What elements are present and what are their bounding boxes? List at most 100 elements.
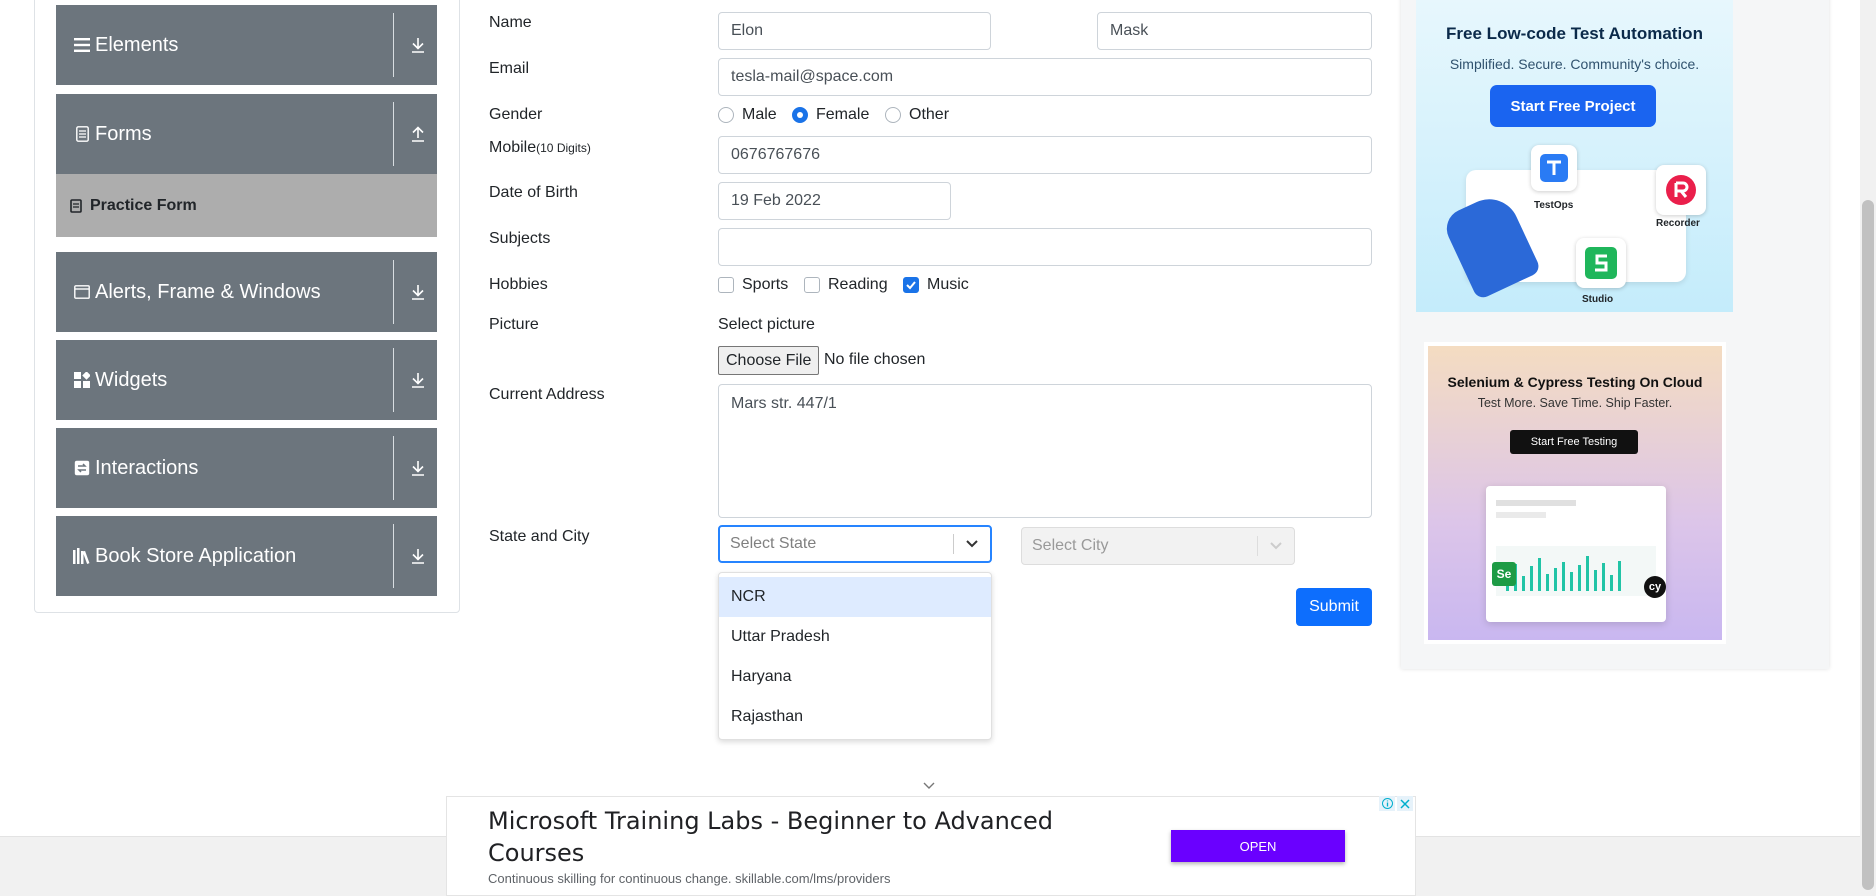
sidebar-item-label: Practice Form <box>90 196 197 214</box>
cypress-logo: cy <box>1644 576 1666 598</box>
ad-katalon[interactable]: Free Low-code Test Automation Simplified… <box>1416 0 1733 312</box>
banner-open-button[interactable]: OPEN <box>1171 830 1345 862</box>
radio-circle <box>885 107 901 123</box>
group-label: Alerts, Frame & Windows <box>95 280 321 303</box>
checkbox-label: Sports <box>742 276 789 293</box>
hobby-reading-checkbox[interactable]: Reading <box>804 276 888 294</box>
testops-logo <box>1531 145 1577 191</box>
download-arrow-icon[interactable] <box>408 35 428 55</box>
mobile-label: Mobile(10 Digits) <box>489 139 591 157</box>
divider <box>393 13 394 77</box>
first-name-input[interactable]: Elon <box>718 12 991 50</box>
ad-info-icon[interactable] <box>1379 796 1395 811</box>
start-free-project-button[interactable]: Start Free Project <box>1490 85 1656 127</box>
divider <box>393 102 394 166</box>
name-label: Name <box>489 14 532 31</box>
group-book-store-application[interactable]: Book Store Application <box>56 516 437 596</box>
hamburger-icon <box>73 36 91 54</box>
select-picture-label: Select picture <box>718 316 815 333</box>
city-placeholder: Select City <box>1032 537 1109 554</box>
chevron-down-icon[interactable] <box>1258 541 1294 551</box>
divider <box>393 436 394 500</box>
radio-circle <box>792 107 808 123</box>
ad-title: Free Low-code Test Automation <box>1446 24 1703 43</box>
state-option-haryana[interactable]: Haryana <box>719 657 991 697</box>
ad-lambdatest[interactable]: Selenium & Cypress Testing On Cloud Test… <box>1424 342 1726 644</box>
group-forms[interactable]: Forms <box>56 94 437 174</box>
hobby-music-checkbox[interactable]: Music <box>903 276 969 294</box>
state-select[interactable]: Select State <box>718 525 992 563</box>
divider <box>393 348 394 412</box>
state-option-ncr[interactable]: NCR <box>719 577 991 617</box>
group-label: Book Store Application <box>95 544 297 567</box>
radio-circle <box>718 107 734 123</box>
books-icon <box>73 547 91 565</box>
checkbox-box <box>804 277 820 293</box>
download-arrow-icon[interactable] <box>408 282 428 302</box>
dob-input[interactable]: 19 Feb 2022 <box>718 182 951 220</box>
gender-label: Gender <box>489 106 543 123</box>
choose-file-button[interactable]: Choose File <box>718 346 820 375</box>
testops-label: TestOps <box>1534 200 1574 211</box>
selenium-logo: Se <box>1492 562 1516 586</box>
gender-other-radio[interactable]: Other <box>885 106 949 124</box>
document-icon <box>73 125 91 143</box>
group-elements[interactable]: Elements <box>56 5 437 85</box>
banner-subtitle: Continuous skilling for continuous chang… <box>488 871 891 886</box>
start-free-testing-button[interactable]: Start Free Testing <box>1510 430 1638 454</box>
ad-subtitle: Test More. Save Time. Ship Faster. <box>1477 396 1673 410</box>
subjects-label: Subjects <box>489 230 551 247</box>
sidebar-item-practice-form[interactable]: Practice Form <box>56 174 437 237</box>
download-arrow-icon[interactable] <box>408 370 428 390</box>
chevron-down-icon[interactable] <box>922 778 936 796</box>
state-city-label: State and City <box>489 528 590 545</box>
gender-male-radio[interactable]: Male <box>718 106 777 124</box>
widgets-icon <box>73 371 91 389</box>
divider <box>393 260 394 324</box>
last-name-input[interactable]: Mask <box>1097 12 1372 50</box>
state-option-uttar-pradesh[interactable]: Uttar Pradesh <box>719 617 991 657</box>
bottom-ad-banner[interactable]: Microsoft Training Labs - Beginner to Ad… <box>446 796 1416 896</box>
mobile-input[interactable]: 0676767676 <box>718 136 1372 174</box>
page-scrollbar[interactable] <box>1860 0 1876 896</box>
group-label: Elements <box>95 33 179 56</box>
email-label: Email <box>489 60 530 77</box>
current-address-textarea[interactable]: Mars str. 447/1 <box>718 384 1372 518</box>
ad-title: Selenium & Cypress Testing On Cloud <box>1447 374 1703 390</box>
interactions-icon <box>73 459 91 477</box>
no-file-chosen-text: No file chosen <box>824 351 926 368</box>
group-widgets[interactable]: Widgets <box>56 340 437 420</box>
email-input[interactable]: tesla-mail@space.com <box>718 58 1372 96</box>
recorder-logo <box>1656 165 1706 215</box>
chevron-down-icon[interactable] <box>954 539 990 549</box>
subjects-input[interactable] <box>718 228 1372 266</box>
ad-close-icon[interactable] <box>1397 796 1413 811</box>
radio-label: Other <box>909 106 950 123</box>
mobile-hint: (10 Digits) <box>536 141 591 155</box>
upload-arrow-icon[interactable] <box>408 124 428 144</box>
checkbox-label: Music <box>927 276 969 293</box>
mobile-label-text: Mobile <box>489 139 537 156</box>
radio-label: Male <box>742 106 777 123</box>
recorder-label: Recorder <box>1656 218 1700 229</box>
download-arrow-icon[interactable] <box>408 458 428 478</box>
state-option-rajasthan[interactable]: Rajasthan <box>719 697 991 737</box>
gender-female-radio[interactable]: Female <box>792 106 869 124</box>
studio-logo <box>1576 238 1626 288</box>
window-icon <box>73 283 91 301</box>
checkbox-box <box>903 277 919 293</box>
ad-subtitle: Simplified. Secure. Community's choice. <box>1449 56 1700 72</box>
download-arrow-icon[interactable] <box>408 546 428 566</box>
dashboard-illustration <box>1486 486 1666 622</box>
scrollbar-thumb[interactable] <box>1862 200 1874 890</box>
checkbox-label: Reading <box>828 276 888 293</box>
group-interactions[interactable]: Interactions <box>56 428 437 508</box>
group-label: Interactions <box>95 456 199 479</box>
group-label: Widgets <box>95 368 168 391</box>
city-select[interactable]: Select City <box>1021 527 1295 565</box>
form-icon <box>70 198 82 213</box>
submit-button[interactable]: Submit <box>1296 588 1372 626</box>
state-placeholder: Select State <box>730 535 817 552</box>
hobby-sports-checkbox[interactable]: Sports <box>718 276 788 294</box>
group-alerts-frame-windows[interactable]: Alerts, Frame & Windows <box>56 252 437 332</box>
